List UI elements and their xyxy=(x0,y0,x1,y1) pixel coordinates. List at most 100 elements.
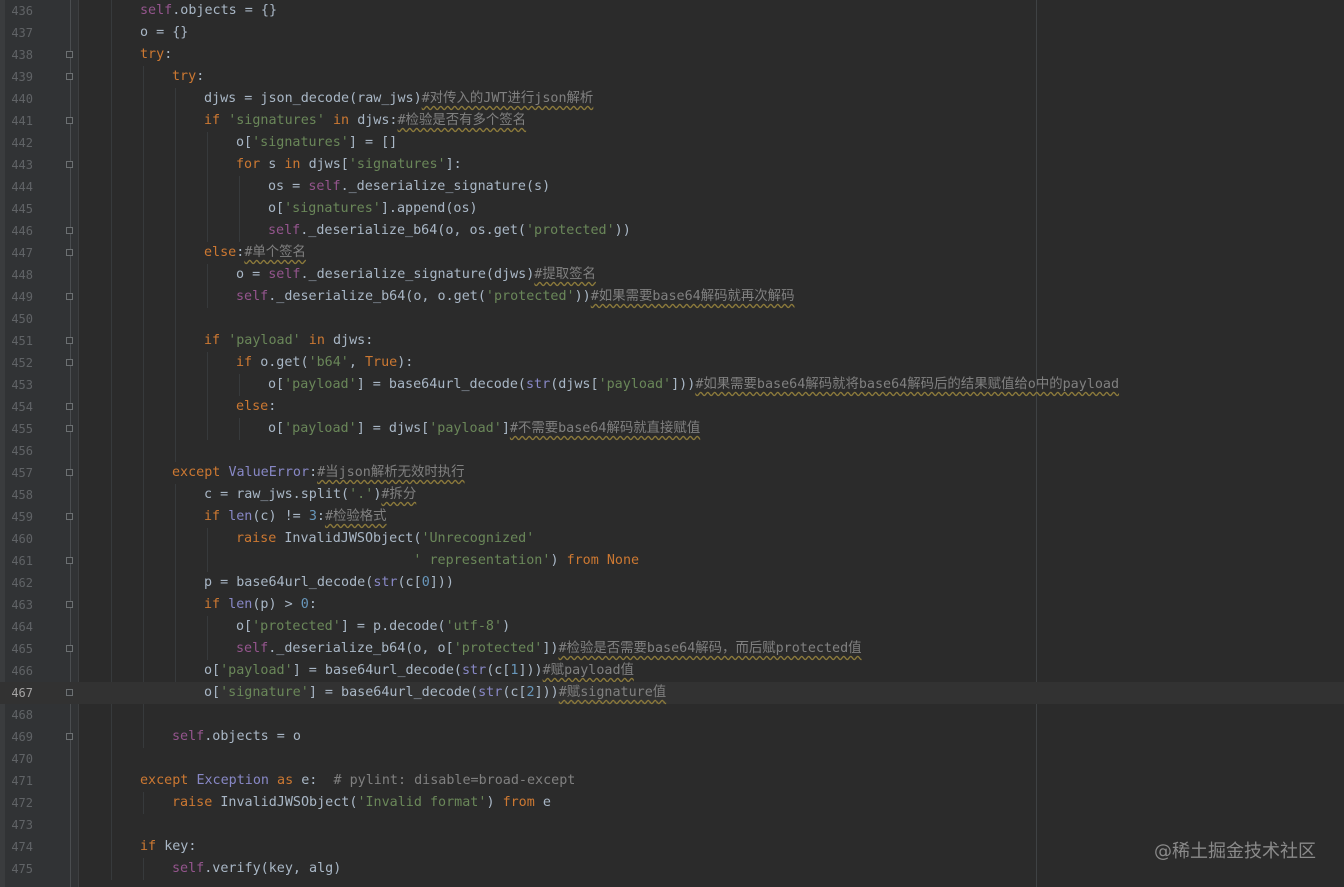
code-line-474[interactable]: 474 if key: xyxy=(0,836,1344,858)
line-number[interactable]: 443 xyxy=(0,154,33,176)
code-text[interactable]: os = self._deserialize_signature(s) xyxy=(268,176,550,198)
code-line-472[interactable]: 472 raise InvalidJWSObject('Invalid forma… xyxy=(0,792,1344,814)
line-number[interactable]: 446 xyxy=(0,220,33,242)
code-text[interactable]: o['payload'] = base64url_decode(str(djws… xyxy=(268,374,1119,396)
code-text[interactable]: if len(c) != 3:#检验格式 xyxy=(204,506,387,528)
line-number[interactable]: 436 xyxy=(0,0,33,22)
code-line-468[interactable]: 468 xyxy=(0,704,1344,726)
code-line-452[interactable]: 452 if o.get('b64', True): xyxy=(0,352,1344,374)
code-text[interactable]: o['signatures'] = [] xyxy=(236,132,397,154)
code-text[interactable]: try: xyxy=(172,66,204,88)
code-text[interactable]: if len(p) > 0: xyxy=(204,594,317,616)
code-text[interactable]: if 'payload' in djws: xyxy=(204,330,373,352)
code-line-443[interactable]: 443 for s in djws['signatures']: xyxy=(0,154,1344,176)
code-text[interactable]: except ValueError:#当json解析无效时执行 xyxy=(172,462,465,484)
fold-marker-icon[interactable] xyxy=(66,73,73,80)
line-number[interactable]: 459 xyxy=(0,506,33,528)
line-number[interactable]: 466 xyxy=(0,660,33,682)
line-number[interactable]: 440 xyxy=(0,88,33,110)
line-number[interactable]: 470 xyxy=(0,748,33,770)
code-text[interactable]: for s in djws['signatures']: xyxy=(236,154,462,176)
code-line-447[interactable]: 447 else:#单个签名 xyxy=(0,242,1344,264)
code-line-455[interactable]: 455 o['payload'] = djws['payload']#不需要bas… xyxy=(0,418,1344,440)
code-text[interactable]: p = base64url_decode(str(c[0])) xyxy=(204,572,454,594)
code-text[interactable]: else:#单个签名 xyxy=(204,242,306,264)
line-number[interactable]: 451 xyxy=(0,330,33,352)
code-text[interactable]: raise InvalidJWSObject('Invalid format')… xyxy=(172,792,551,814)
code-text[interactable]: raise InvalidJWSObject('Unrecognized' xyxy=(236,528,534,550)
line-number[interactable]: 465 xyxy=(0,638,33,660)
code-line-438[interactable]: 438 try: xyxy=(0,44,1344,66)
code-text[interactable]: if key: xyxy=(140,836,196,858)
fold-marker-icon[interactable] xyxy=(66,689,73,696)
code-text[interactable]: o = {} xyxy=(140,22,188,44)
code-line-444[interactable]: 444 os = self._deserialize_signature(s) xyxy=(0,176,1344,198)
code-text[interactable]: self.objects = {} xyxy=(140,0,277,22)
code-line-464[interactable]: 464 o['protected'] = p.decode('utf-8') xyxy=(0,616,1344,638)
code-line-446[interactable]: 446 self._deserialize_b64(o, os.get('prot… xyxy=(0,220,1344,242)
code-line-467[interactable]: 467 o['signature'] = base64url_decode(str… xyxy=(0,682,1344,704)
code-line-473[interactable]: 473 xyxy=(0,814,1344,836)
fold-marker-icon[interactable] xyxy=(66,403,73,410)
code-text[interactable]: self.verify(key, alg) xyxy=(172,858,341,880)
line-number[interactable]: 469 xyxy=(0,726,33,748)
line-number[interactable]: 463 xyxy=(0,594,33,616)
fold-marker-icon[interactable] xyxy=(66,227,73,234)
line-number[interactable]: 455 xyxy=(0,418,33,440)
code-line-453[interactable]: 453 o['payload'] = base64url_decode(str(d… xyxy=(0,374,1344,396)
fold-marker-icon[interactable] xyxy=(66,601,73,608)
fold-marker-icon[interactable] xyxy=(66,359,73,366)
code-line-461[interactable]: 461 ' representation') from None xyxy=(0,550,1344,572)
code-text[interactable]: o['payload'] = djws['payload']#不需要base64… xyxy=(268,418,700,440)
fold-marker-icon[interactable] xyxy=(66,249,73,256)
line-number[interactable]: 437 xyxy=(0,22,33,44)
code-line-471[interactable]: 471 except Exception as e: # pylint: disa… xyxy=(0,770,1344,792)
line-number[interactable]: 439 xyxy=(0,66,33,88)
fold-marker-icon[interactable] xyxy=(66,337,73,344)
line-number[interactable]: 453 xyxy=(0,374,33,396)
line-number[interactable]: 441 xyxy=(0,110,33,132)
line-number[interactable]: 454 xyxy=(0,396,33,418)
code-line-465[interactable]: 465 self._deserialize_b64(o, o['protected… xyxy=(0,638,1344,660)
code-line-449[interactable]: 449 self._deserialize_b64(o, o.get('prote… xyxy=(0,286,1344,308)
code-text[interactable]: try: xyxy=(140,44,172,66)
code-text[interactable]: else: xyxy=(236,396,276,418)
code-line-439[interactable]: 439 try: xyxy=(0,66,1344,88)
code-text[interactable]: except Exception as e: # pylint: disable… xyxy=(140,770,575,792)
line-number[interactable]: 464 xyxy=(0,616,33,638)
fold-marker-icon[interactable] xyxy=(66,425,73,432)
code-line-441[interactable]: 441 if 'signatures' in djws:#检验是否有多个签名 xyxy=(0,110,1344,132)
code-line-445[interactable]: 445 o['signatures'].append(os) xyxy=(0,198,1344,220)
code-text[interactable]: o['protected'] = p.decode('utf-8') xyxy=(236,616,510,638)
code-editor[interactable]: 436 self.objects = {} 437 o = {} 438 try: 439 t… xyxy=(0,0,1344,887)
fold-marker-icon[interactable] xyxy=(66,161,73,168)
code-line-442[interactable]: 442 o['signatures'] = [] xyxy=(0,132,1344,154)
line-number[interactable]: 472 xyxy=(0,792,33,814)
code-line-450[interactable]: 450 xyxy=(0,308,1344,330)
line-number[interactable]: 458 xyxy=(0,484,33,506)
code-text[interactable]: o['signature'] = base64url_decode(str(c[… xyxy=(204,682,666,704)
code-text[interactable]: o = self._deserialize_signature(djws)#提取… xyxy=(236,264,596,286)
code-line-469[interactable]: 469 self.objects = o xyxy=(0,726,1344,748)
code-text[interactable]: self.objects = o xyxy=(172,726,301,748)
code-line-475[interactable]: 475 self.verify(key, alg) xyxy=(0,858,1344,880)
code-line-460[interactable]: 460 raise InvalidJWSObject('Unrecognized' xyxy=(0,528,1344,550)
line-number[interactable]: 445 xyxy=(0,198,33,220)
code-text[interactable]: if o.get('b64', True): xyxy=(236,352,413,374)
code-line-451[interactable]: 451 if 'payload' in djws: xyxy=(0,330,1344,352)
code-text[interactable]: self._deserialize_b64(o, os.get('protect… xyxy=(268,220,631,242)
fold-marker-icon[interactable] xyxy=(66,293,73,300)
code-text[interactable]: c = raw_jws.split('.')#拆分 xyxy=(204,484,416,506)
fold-marker-icon[interactable] xyxy=(66,733,73,740)
line-number[interactable]: 438 xyxy=(0,44,33,66)
code-line-458[interactable]: 458 c = raw_jws.split('.')#拆分 xyxy=(0,484,1344,506)
line-number[interactable]: 456 xyxy=(0,440,33,462)
code-line-454[interactable]: 454 else: xyxy=(0,396,1344,418)
line-number[interactable]: 442 xyxy=(0,132,33,154)
fold-marker-icon[interactable] xyxy=(66,51,73,58)
code-line-437[interactable]: 437 o = {} xyxy=(0,22,1344,44)
fold-marker-icon[interactable] xyxy=(66,645,73,652)
code-text[interactable]: self._deserialize_b64(o, o['protected'])… xyxy=(236,638,862,660)
code-line-436[interactable]: 436 self.objects = {} xyxy=(0,0,1344,22)
line-number[interactable]: 475 xyxy=(0,858,33,880)
